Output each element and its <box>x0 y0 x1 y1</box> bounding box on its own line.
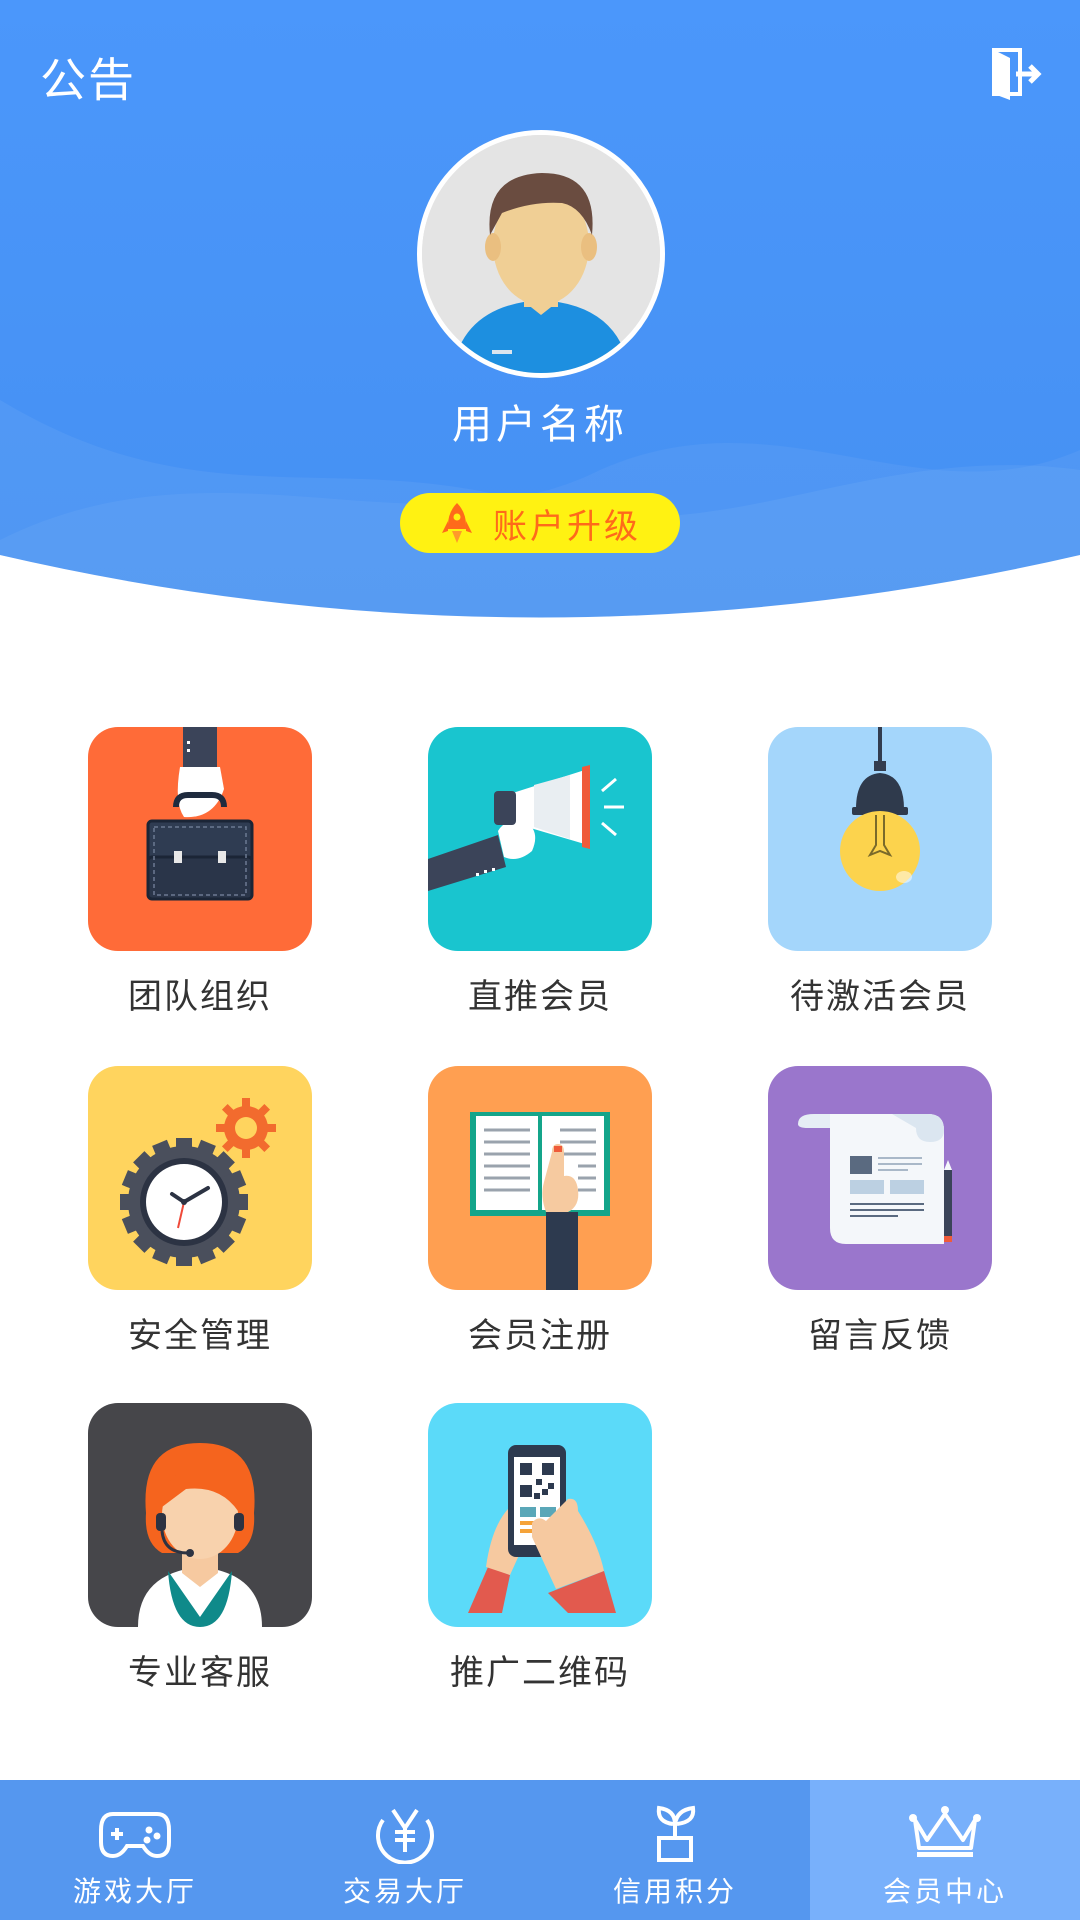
grid-item-label: 专业客服 <box>128 1653 272 1693</box>
yen-icon <box>376 1808 434 1864</box>
megaphone-icon <box>428 727 652 951</box>
grid-item-label: 会员注册 <box>468 1316 612 1356</box>
profile-header: 公告 用户名称 账户升级 <box>0 0 1080 640</box>
briefcase-icon <box>88 727 312 951</box>
rocket-icon <box>442 503 472 543</box>
logout-icon[interactable] <box>986 46 1042 102</box>
grid-item-label: 团队组织 <box>128 977 272 1017</box>
tab-label: 游戏大厅 <box>72 1875 197 1908</box>
lightbulb-icon <box>768 727 992 951</box>
grid-item-customer-service[interactable]: 专业客服 <box>88 1403 312 1694</box>
sprout-icon <box>656 1805 696 1862</box>
grid-item-label: 待激活会员 <box>790 977 970 1017</box>
grid-item-label: 推广二维码 <box>450 1653 630 1693</box>
avatar[interactable] <box>417 130 665 378</box>
tab-game-hall[interactable]: 游戏大厅 <box>0 1780 270 1920</box>
gamepad-icon <box>99 1812 171 1859</box>
document-icon <box>768 1066 992 1290</box>
tab-label: 交易大厅 <box>342 1875 467 1908</box>
crown-icon <box>909 1806 981 1857</box>
grid-item-security-management[interactable]: 安全管理 <box>88 1066 312 1357</box>
qr-phone-icon <box>428 1403 652 1627</box>
tab-label: 会员中心 <box>882 1875 1007 1908</box>
avatar-person-icon <box>422 135 660 373</box>
notice-link[interactable]: 公告 <box>40 44 136 110</box>
book-icon <box>428 1066 652 1290</box>
grid-item-label: 安全管理 <box>128 1316 272 1356</box>
grid-item-team-organization[interactable]: 团队组织 <box>88 727 312 1018</box>
tab-label: 信用积分 <box>612 1875 737 1908</box>
clock-gear-icon <box>88 1066 312 1290</box>
account-upgrade-label: 账户升级 <box>493 506 641 547</box>
grid-item-direct-members[interactable]: 直推会员 <box>428 727 652 1018</box>
grid-item-feedback[interactable]: 留言反馈 <box>768 1066 992 1357</box>
bottom-tab-bar: 游戏大厅 交易大厅 信用积分 会员中心 <box>0 1780 1080 1920</box>
grid-item-label: 留言反馈 <box>808 1316 952 1356</box>
grid-item-label: 直推会员 <box>468 977 612 1017</box>
tab-member-center[interactable]: 会员中心 <box>810 1780 1080 1920</box>
tab-credit-points[interactable]: 信用积分 <box>540 1780 810 1920</box>
username: 用户名称 <box>452 402 628 448</box>
account-upgrade-button[interactable]: 账户升级 <box>400 493 680 553</box>
grid-item-promotion-qrcode[interactable]: 推广二维码 <box>428 1403 652 1694</box>
support-agent-icon <box>88 1403 312 1627</box>
grid-item-pending-activation[interactable]: 待激活会员 <box>768 727 992 1018</box>
grid-item-member-registration[interactable]: 会员注册 <box>428 1066 652 1357</box>
tab-trading-hall[interactable]: 交易大厅 <box>270 1780 540 1920</box>
